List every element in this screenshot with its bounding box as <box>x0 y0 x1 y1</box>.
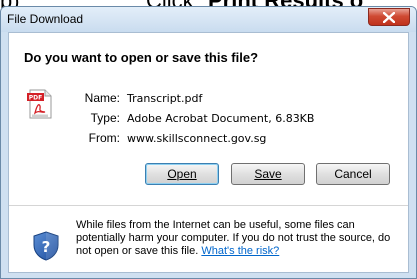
file-type-value: Adobe Acrobat Document, 6.83KB <box>127 112 315 125</box>
name-label: Name: <box>84 91 120 105</box>
dialog-titlebar[interactable]: File Download <box>1 7 416 32</box>
file-name-value: Transcript.pdf <box>127 92 203 105</box>
cancel-button[interactable]: Cancel <box>316 163 390 185</box>
whats-the-risk-link[interactable]: What's the risk? <box>201 245 279 257</box>
dialog-title: File Download <box>7 12 84 26</box>
type-label: Type: <box>90 111 120 125</box>
save-button-label: Save <box>254 167 282 181</box>
divider <box>9 205 408 206</box>
open-button[interactable]: Open <box>145 163 219 185</box>
close-icon <box>383 12 395 23</box>
open-button-label: Open <box>167 167 197 181</box>
cancel-button-label: Cancel <box>334 167 372 181</box>
file-source-value: www.skillsconnect.gov.sg <box>127 132 267 145</box>
dialog-question: Do you want to open or save this file? <box>24 50 259 65</box>
shield-question-icon: ? <box>33 231 59 261</box>
save-button[interactable]: Save <box>231 163 305 185</box>
svg-text:?: ? <box>42 238 51 256</box>
from-label: From: <box>88 131 120 145</box>
file-download-dialog: File Download Do you want to open or sav… <box>0 6 417 279</box>
dialog-content: Do you want to open or save this file? P… <box>8 32 409 273</box>
security-warning: While files from the Internet can be use… <box>76 219 396 258</box>
close-button[interactable] <box>368 8 410 26</box>
